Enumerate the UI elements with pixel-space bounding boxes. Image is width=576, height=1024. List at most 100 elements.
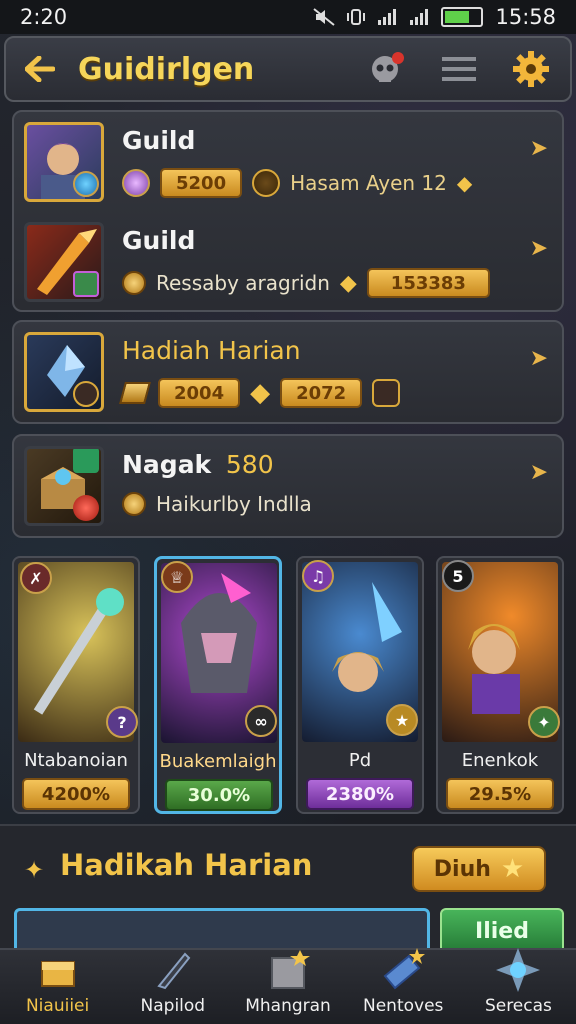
nav-item-nentoves[interactable]: Nentoves — [346, 948, 461, 1024]
header-bar: Guidirlgen — [4, 36, 572, 102]
nagak-value: 580 — [225, 450, 274, 479]
back-button[interactable] — [20, 49, 60, 89]
gold-drop-icon: ◆ — [456, 171, 473, 195]
status-icons — [313, 7, 484, 27]
chevron-right-icon: ➤ — [529, 460, 548, 485]
nav-label: Niauiiei — [25, 996, 90, 1016]
skull-alert-icon — [372, 52, 404, 82]
hero-card-2[interactable]: ♕ ∞ Buakemlaigh 30.0% — [154, 556, 282, 814]
daily-reward-thumb — [24, 332, 104, 412]
daily-claim-label: Diuh — [433, 856, 491, 882]
guild-row-2-title: Guild — [122, 226, 196, 255]
hero-value: 29.5% — [446, 778, 554, 810]
guild-row-2-pill: 153383 — [366, 268, 490, 298]
sparkle-icon: ✦ — [24, 856, 45, 884]
mute-icon — [313, 8, 336, 26]
menu-button[interactable] — [434, 44, 484, 94]
daily-claim-button[interactable]: Diuh ★ — [412, 846, 546, 892]
daily-section: ✦ Hadikah Harian Diuh ★ Ilied — [0, 824, 576, 954]
nagak-thumb — [24, 446, 104, 526]
guild-row-2[interactable]: Guild Ressaby aragridn ◆ 153383 ➤ — [14, 212, 562, 312]
hero-name: Enenkok — [461, 750, 539, 771]
daily-reward-row: Hadiah Harian 2004 ◆ 2072 ➤ — [14, 322, 562, 422]
gold-gem-icon: ◆ — [339, 270, 357, 296]
rune-coin-icon — [252, 169, 281, 197]
star-orb-icon — [496, 948, 541, 992]
diamond-gold-icon: ◆ — [250, 378, 271, 408]
daily-reward-info: 2004 ◆ 2072 — [119, 378, 401, 408]
nav-item-napilod[interactable]: Napilod — [115, 950, 230, 1024]
daily-reward-card[interactable]: Hadiah Harian 2004 ◆ 2072 ➤ — [12, 320, 564, 424]
red-gem-icon — [73, 495, 99, 521]
hero-name: Pd — [348, 750, 372, 771]
chevron-right-icon: ➤ — [529, 346, 548, 371]
vibrate-icon — [347, 9, 366, 25]
hero-card-1[interactable]: ✗ ? Ntabanoian 4200% — [12, 556, 140, 814]
chevron-right-icon: ➤ — [529, 136, 548, 161]
nav-item-mhangran[interactable]: Mhangran — [230, 950, 345, 1024]
hero-value: 30.0% — [165, 779, 273, 811]
nagak-title-text: Nagak — [122, 450, 212, 479]
gold-coin-icon — [122, 271, 146, 295]
guild-emblem — [24, 222, 104, 302]
menu-icon — [442, 57, 476, 81]
blue-crystal-icon — [383, 948, 426, 990]
link-icon: ∞ — [245, 705, 277, 737]
hero-value: 4200% — [22, 778, 130, 810]
arrow-left-icon — [25, 56, 55, 82]
horn-icon: ♫ — [302, 560, 334, 592]
guild-row-1-info: 5200 Hasam Ayen 12 ◆ — [122, 168, 472, 198]
hero-value: 2380% — [306, 778, 414, 810]
nav-label: Nentoves — [363, 996, 444, 1016]
daily-reward-title: Hadiah Harian — [122, 336, 301, 365]
page-title: Guidirlgen — [78, 51, 255, 87]
hero-level-badge: 5 — [442, 560, 474, 592]
guild-row-1-title: Guild — [122, 126, 196, 155]
star-badge-icon — [73, 381, 99, 407]
nav-label: Mhangran — [245, 996, 331, 1016]
guild-row-1-extra: Hasam Ayen 12 — [290, 171, 447, 195]
daily-section-title: Hadikah Harian — [60, 848, 313, 882]
gold-coin-icon — [122, 492, 146, 516]
gear-icon — [513, 51, 549, 87]
status-clock: 15:58 — [495, 5, 556, 29]
hero-card-3[interactable]: ♫ ★ Pd 2380% — [296, 556, 424, 814]
guild-avatar — [24, 122, 104, 202]
status-bar: 2:20 15:58 — [0, 0, 576, 34]
guild-card: Guild 5200 Hasam Ayen 12 ◆ ➤ Guild Ressa… — [12, 110, 564, 312]
hero-list: ✗ ? Ntabanoian 4200% ♕ ∞ Buakemlaigh 30.… — [12, 556, 564, 814]
shield-gold-icon: ★ — [386, 704, 418, 736]
purple-orb-icon — [122, 169, 150, 197]
nav-label: Serecas — [484, 996, 552, 1016]
crossed-swords-icon: ✗ — [20, 562, 52, 594]
nav-item-home[interactable]: Niauiiei — [0, 950, 115, 1024]
star-icon: ★ — [500, 854, 525, 884]
guild-row-1[interactable]: Guild 5200 Hasam Ayen 12 ◆ ➤ — [14, 112, 562, 212]
crown-icon: ♕ — [161, 561, 193, 593]
notification-button[interactable] — [362, 44, 412, 94]
hero-name: Buakemlaigh — [159, 751, 277, 772]
nav-item-serecas[interactable]: Serecas — [461, 948, 576, 1024]
hammer-icon — [372, 379, 401, 407]
settings-button[interactable] — [506, 44, 556, 94]
help-icon: ? — [106, 706, 138, 738]
hero-card-4[interactable]: 5 ✦ Enenkok 29.5% — [436, 556, 564, 814]
signal-icon — [378, 9, 397, 25]
daily-reward-pill-2: 2072 — [280, 378, 363, 408]
chevron-right-icon: ➤ — [529, 236, 548, 261]
nagak-row: Nagak 580 Haikurlby Indlla ➤ — [14, 436, 562, 536]
daily-reward-pill-1: 2004 — [158, 378, 241, 408]
shadow-blade-icon — [157, 952, 191, 990]
guild-row-2-sub: Ressaby aragridn — [156, 271, 330, 295]
nav-label: Napilod — [140, 996, 206, 1016]
green-badge-icon — [73, 449, 99, 473]
guild-row-1-pill: 5200 — [160, 168, 243, 198]
gem-badge-icon — [73, 171, 99, 197]
status-time: 2:20 — [20, 5, 68, 29]
guild-row-2-info: Ressaby aragridn ◆ 153383 — [122, 268, 490, 298]
gold-chest-icon — [40, 961, 75, 987]
nagak-sub: Haikurlby Indlla — [156, 492, 312, 516]
battery-icon — [441, 7, 484, 27]
nagak-card[interactable]: Nagak 580 Haikurlby Indlla ➤ — [12, 434, 564, 538]
nagak-info: Haikurlby Indlla — [122, 492, 312, 516]
